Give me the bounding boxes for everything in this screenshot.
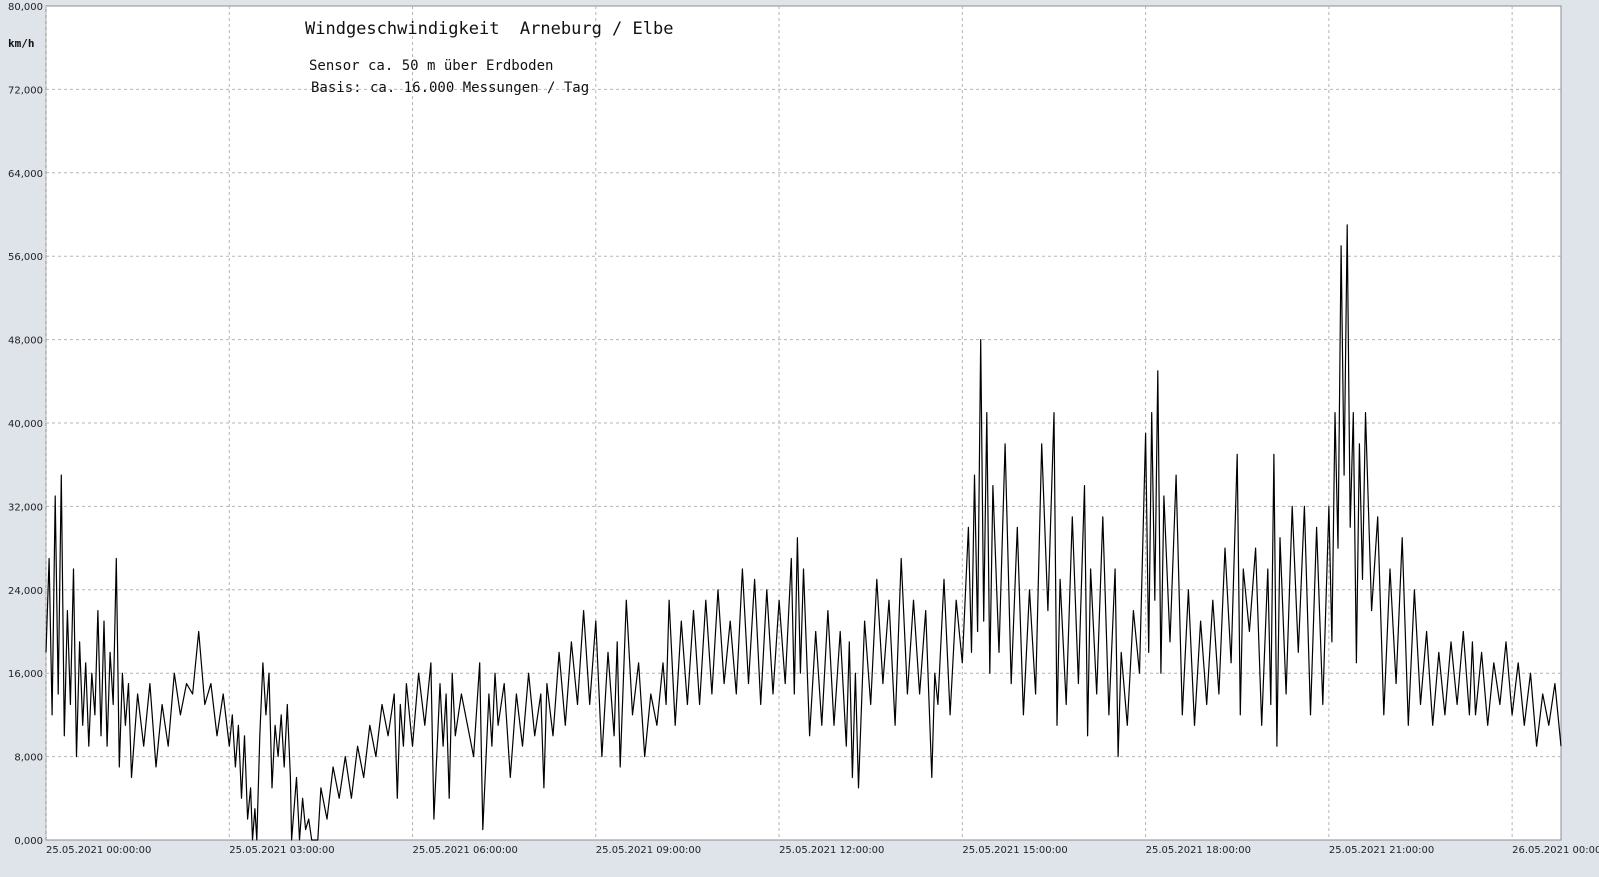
y-tick-label: 56,000 [8,252,43,263]
chart-svg: 80,000 72,000 64,000 56,000 48,000 40,000 32,0… [8,2,1599,856]
subtitle-line-1: Sensor ca. 50 m über Erdboden [309,58,553,74]
x-tick-label: 25.05.2021 06:00:00 [413,845,518,856]
x-ticks: 25.05.2021 00:00:00 25.05.2021 03:00:00 25… [46,845,1599,856]
chart-title: Windgeschwindigkeit Arneburg / Elbe [305,19,673,39]
y-tick-label: 64,000 [8,169,43,180]
y-tick-label: 8,000 [14,753,43,764]
x-tick-label: 25.05.2021 03:00:00 [229,845,334,856]
y-axis-unit: km/h [8,37,35,50]
x-tick-label: 25.05.2021 18:00:00 [1146,845,1251,856]
x-tick-label: 25.05.2021 12:00:00 [779,845,884,856]
x-tick-label: 25.05.2021 15:00:00 [962,845,1067,856]
y-tick-label: 80,000 [8,2,43,13]
y-tick-label: 72,000 [8,85,43,96]
y-tick-label: 16,000 [8,669,43,680]
y-tick-label: 40,000 [8,419,43,430]
y-tick-label: 24,000 [8,586,43,597]
x-tick-label: 25.05.2021 21:00:00 [1329,845,1434,856]
x-tick-label: 26.05.2021 00:00:00 [1512,845,1599,856]
subtitle-line-2: Basis: ca. 16.000 Messungen / Tag [311,80,589,96]
x-tick-label: 25.05.2021 09:00:00 [596,845,701,856]
y-tick-label: 48,000 [8,336,43,347]
y-tick-label: 0,000 [14,836,43,847]
x-tick-label: 25.05.2021 00:00:00 [46,845,151,856]
y-ticks: 80,000 72,000 64,000 56,000 48,000 40,000 32,0… [8,2,43,847]
wind-speed-chart: 80,000 72,000 64,000 56,000 48,000 40,000 32,0… [0,0,1599,877]
y-tick-label: 32,000 [8,502,43,513]
